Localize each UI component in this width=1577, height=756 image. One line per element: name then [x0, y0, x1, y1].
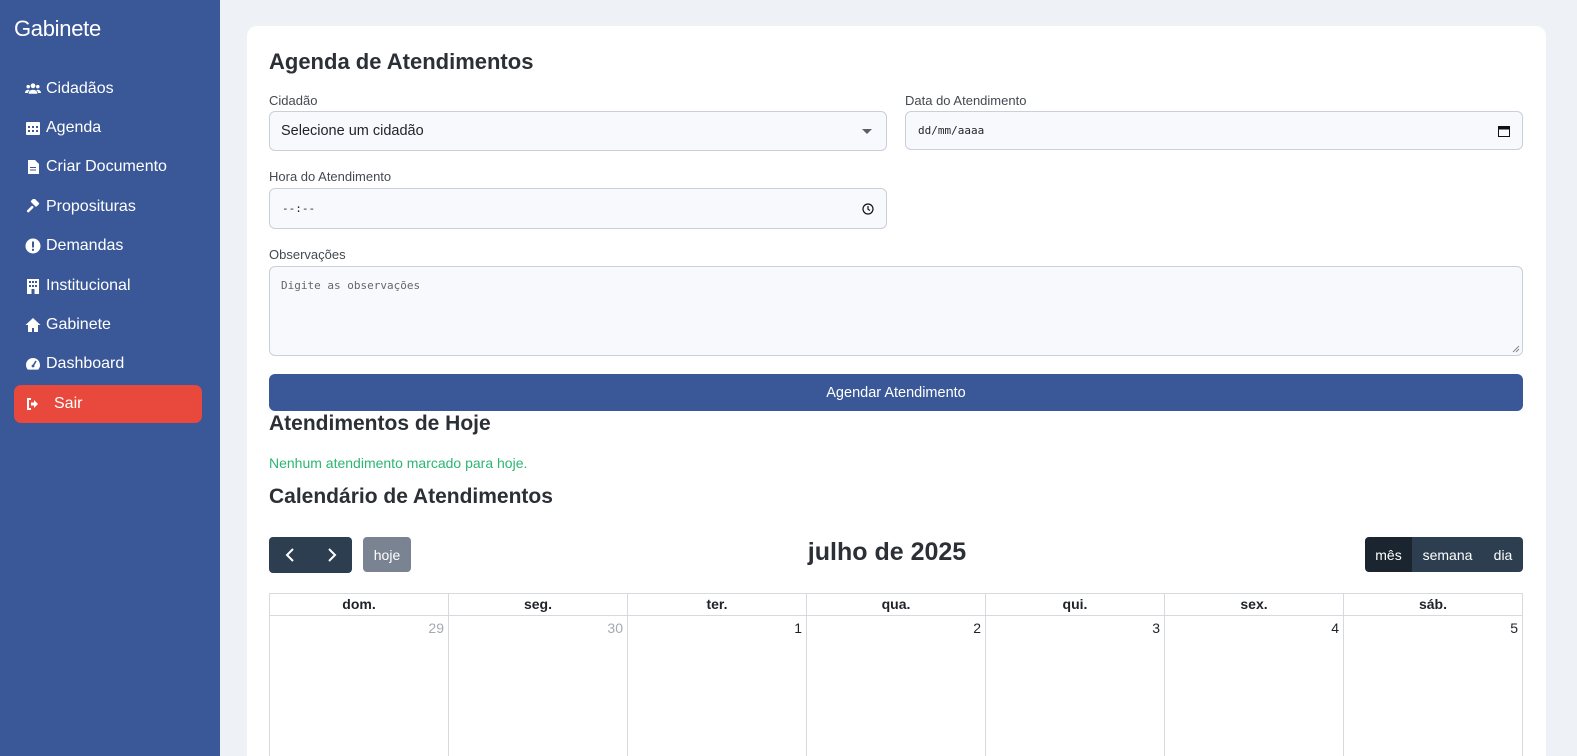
building-icon — [24, 278, 42, 294]
citizen-select[interactable]: Selecione um cidadão — [269, 111, 887, 151]
gavel-icon — [24, 198, 42, 215]
weekday-label: seg. — [449, 594, 628, 615]
clock-icon[interactable] — [862, 203, 874, 215]
calendar-day-cell[interactable]: 1 — [628, 616, 807, 756]
weekday-label: qui. — [986, 594, 1165, 615]
calendar-month-label: julho de 2025 — [807, 538, 967, 566]
weekday-label: qua. — [807, 594, 986, 615]
weekday-label: ter. — [628, 594, 807, 615]
sidebar-item-demandas[interactable]: Demandas — [14, 227, 202, 266]
weekday-header: dom. seg. ter. qua. qui. sex. sáb. — [270, 594, 1522, 616]
view-day-button[interactable]: dia — [1483, 537, 1523, 572]
time-label: Hora do Atendimento — [269, 169, 392, 184]
notes-placeholder: Digite as observações — [281, 279, 421, 292]
date-label: Data do Atendimento — [905, 93, 1027, 108]
sidebar-item-institucional[interactable]: Institucional — [14, 266, 202, 305]
schedule-button[interactable]: Agendar Atendimento — [269, 374, 1523, 411]
calendar-icon — [24, 120, 42, 136]
today-title: Atendimentos de Hoje — [269, 412, 491, 435]
weekday-label: sáb. — [1418, 596, 1447, 612]
calendar-day-cell[interactable]: 5 — [1344, 616, 1522, 756]
calendar-grid: dom. seg. ter. qua. qui. sex. sáb. 29 30… — [269, 593, 1523, 756]
document-icon — [24, 159, 42, 175]
logout-label: Sair — [54, 395, 83, 413]
sign-out-icon — [24, 396, 42, 412]
sidebar-item-gabinete[interactable]: Gabinete — [14, 305, 202, 344]
today-empty-message: Nenhum atendimento marcado para hoje. — [269, 455, 528, 471]
calendar-week-row: 29 30 1 2 3 4 5 — [270, 616, 1522, 756]
sidebar-item-proposituras[interactable]: Proposituras — [14, 187, 202, 226]
calendar-picker-icon[interactable] — [1498, 125, 1510, 137]
calendar-month-title: julho de 2025 — [269, 538, 1505, 567]
gauge-icon — [24, 356, 42, 372]
sidebar-item-label: Agenda — [46, 119, 102, 137]
logout-button[interactable]: Sair — [14, 385, 202, 424]
time-input[interactable]: --:-- — [269, 188, 887, 229]
sidebar-item-label: Dashboard — [46, 355, 125, 373]
home-icon — [24, 317, 42, 333]
sidebar: Gabinete Cidadãos Agenda Criar Documento… — [0, 0, 220, 756]
sidebar-item-label: Demandas — [46, 237, 124, 255]
sidebar-item-dashboard[interactable]: Dashboard — [14, 345, 202, 384]
chevron-down-icon — [862, 129, 872, 134]
page-title: Agenda de Atendimentos — [269, 49, 534, 74]
view-switcher: mês semana dia — [1365, 537, 1523, 572]
alert-circle-icon — [24, 238, 42, 254]
users-icon — [24, 81, 42, 97]
calendar-day-cell[interactable]: 3 — [986, 616, 1165, 756]
sidebar-item-label: Gabinete — [46, 316, 111, 334]
date-input-value: dd/mm/aaaa — [918, 124, 985, 137]
notes-label: Observações — [269, 247, 346, 262]
resize-handle-icon[interactable] — [1512, 345, 1520, 353]
brand-title: Gabinete — [14, 16, 101, 41]
view-month-button[interactable]: mês — [1365, 537, 1412, 572]
sidebar-nav: Cidadãos Agenda Criar Documento Proposit… — [14, 69, 202, 424]
calendar-day-cell[interactable]: 29 — [270, 616, 449, 756]
calendar-day-cell[interactable]: 30 — [449, 616, 628, 756]
date-input[interactable]: dd/mm/aaaa — [905, 111, 1523, 150]
sidebar-item-label: Cidadãos — [46, 79, 114, 97]
weekday-label: sex. — [1165, 594, 1344, 615]
citizen-label: Cidadão — [269, 93, 318, 108]
calendar-day-cell[interactable]: 4 — [1165, 616, 1344, 756]
sidebar-item-cidadaos[interactable]: Cidadãos — [14, 69, 202, 108]
sidebar-item-label: Criar Documento — [46, 158, 167, 176]
sidebar-item-label: Institucional — [46, 276, 131, 294]
calendar-title: Calendário de Atendimentos — [269, 485, 553, 508]
view-week-button[interactable]: semana — [1412, 537, 1483, 572]
time-input-value: --:-- — [282, 202, 316, 215]
sidebar-item-criar-documento[interactable]: Criar Documento — [14, 148, 202, 187]
weekday-label: dom. — [270, 594, 449, 615]
sidebar-item-label: Proposituras — [46, 197, 136, 215]
citizen-select-value: Selecione um cidadão — [281, 123, 424, 139]
calendar-day-cell[interactable]: 2 — [807, 616, 986, 756]
sidebar-item-agenda[interactable]: Agenda — [14, 108, 202, 147]
notes-textarea[interactable]: Digite as observações — [269, 266, 1523, 356]
